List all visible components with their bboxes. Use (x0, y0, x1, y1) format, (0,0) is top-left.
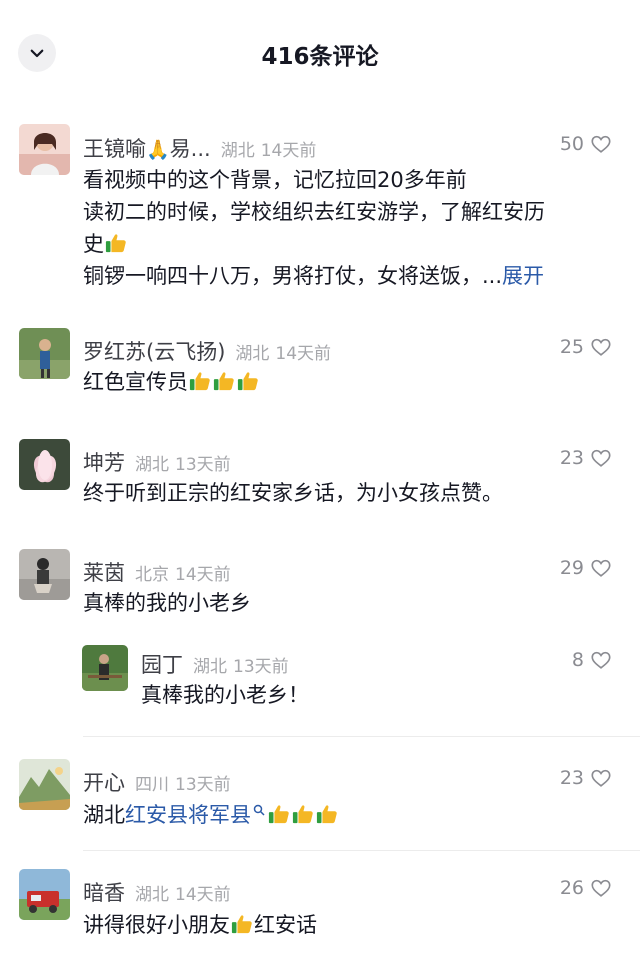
user-name[interactable]: 园丁 (141, 649, 183, 679)
user-location: 湖北 (235, 344, 270, 364)
user-name[interactable]: 莱茵 (83, 557, 125, 587)
divider (83, 850, 640, 851)
like-count: 23 (559, 767, 584, 789)
comment-meta: 暗香 湖北 14天前 (83, 877, 231, 907)
comment-meta: 坤芳 湖北 13天前 (83, 447, 231, 477)
avatar[interactable] (19, 759, 70, 810)
heart-icon (590, 649, 612, 671)
thumbs-up-icon (231, 913, 253, 935)
comment-time: 13天前 (175, 775, 231, 795)
like-button[interactable]: 25 (560, 336, 612, 358)
heart-icon (590, 133, 612, 155)
comment-text-line: 铜锣一响四十八万，男将打仗，女将送饭，...展开 (83, 260, 544, 292)
avatar[interactable] (19, 869, 70, 920)
thumbs-up-icon (189, 370, 211, 392)
like-count: 29 (559, 557, 584, 579)
user-location: 四川 (135, 775, 169, 795)
thumbs-up-icon (213, 370, 235, 392)
like-count: 23 (559, 447, 584, 469)
like-button[interactable]: 26 (560, 877, 612, 899)
heart-icon (590, 767, 612, 789)
user-location: 湖北 (135, 455, 169, 475)
comment-time: 14天前 (275, 344, 332, 364)
comments-header: 416条评论 (0, 0, 640, 105)
user-name[interactable]: 暗香 (83, 877, 125, 907)
comment-text: 真棒的我的小老乡 (83, 591, 251, 615)
user-name[interactable]: 王镜喻🙏易... (83, 133, 211, 163)
comment-time: 14天前 (175, 565, 231, 585)
like-button[interactable]: 23 (560, 447, 612, 469)
comment-text-segment: 红安话 (254, 913, 317, 937)
user-name[interactable]: 罗红苏(云飞扬) (83, 336, 225, 366)
comment-text: 湖北红安县将军县 (83, 799, 339, 831)
comment-time: 14天前 (175, 885, 231, 905)
avatar[interactable] (19, 124, 70, 175)
like-button[interactable]: 29 (560, 557, 612, 579)
like-count: 8 (571, 649, 584, 671)
comment-meta: 罗红苏(云飞扬) 湖北 14天前 (83, 336, 331, 366)
user-location: 湖北 (220, 141, 255, 161)
avatar[interactable] (19, 439, 70, 490)
search-icon[interactable] (253, 804, 265, 816)
comment-text-line: 史 (83, 228, 128, 260)
like-count: 26 (559, 877, 584, 899)
heart-icon (590, 336, 612, 358)
thumbs-up-icon (316, 803, 338, 825)
comment-meta: 莱茵 北京 14天前 (83, 557, 231, 587)
comment-text-line: 看视频中的这个背景，记忆拉回20多年前 (83, 168, 467, 192)
user-location: 北京 (135, 565, 169, 585)
comment-time: 13天前 (233, 657, 289, 677)
user-location: 湖北 (193, 657, 227, 677)
avatar[interactable] (19, 328, 70, 379)
comment-text-segment: 湖北 (83, 803, 125, 827)
like-count: 25 (559, 336, 584, 358)
reply-text: 真棒我的小老乡！ (141, 683, 309, 707)
comment-count-title: 416条评论 (261, 44, 379, 70)
user-location: 湖北 (135, 885, 169, 905)
like-button[interactable]: 23 (560, 767, 612, 789)
heart-icon (590, 877, 612, 899)
comment-time: 14天前 (260, 141, 317, 161)
comment-meta: 王镜喻🙏易... 湖北 14天前 (83, 133, 316, 163)
comment-text: 终于听到正宗的红安家乡话，为小女孩点赞。 (83, 481, 503, 505)
user-name[interactable]: 坤芳 (83, 447, 125, 477)
comment-text-segment: 讲得很好小朋友 (83, 913, 230, 937)
thumbs-up-icon (268, 803, 290, 825)
avatar[interactable] (82, 645, 128, 691)
thumbs-up-icon (105, 232, 127, 254)
comment-text-segment: 史 (83, 232, 104, 256)
thumbs-up-icon (292, 803, 314, 825)
search-link[interactable]: 红安县将军县 (125, 803, 251, 827)
heart-icon (590, 557, 612, 579)
comment-time: 13天前 (175, 455, 231, 475)
comment-text-segment: 红色宣传员 (83, 370, 188, 394)
comment-text-line: 读初二的时候，学校组织去红安游学，了解红安历 (83, 200, 545, 224)
comment-text: 红色宣传员 (83, 366, 260, 398)
user-name[interactable]: 开心 (83, 767, 125, 797)
divider (83, 736, 640, 737)
expand-link[interactable]: 展开 (502, 264, 544, 288)
thumbs-up-icon (237, 370, 259, 392)
heart-icon (590, 447, 612, 469)
comment-meta: 开心 四川 13天前 (83, 767, 231, 797)
avatar[interactable] (19, 549, 70, 600)
like-button[interactable]: 50 (560, 133, 612, 155)
reply-meta: 园丁 湖北 13天前 (141, 649, 289, 679)
like-button[interactable]: 8 (572, 649, 612, 671)
like-count: 50 (559, 133, 584, 155)
comment-text: 讲得很好小朋友 红安话 (83, 909, 317, 941)
comment-text-segment: 铜锣一响四十八万，男将打仗，女将送饭，... (83, 264, 503, 288)
